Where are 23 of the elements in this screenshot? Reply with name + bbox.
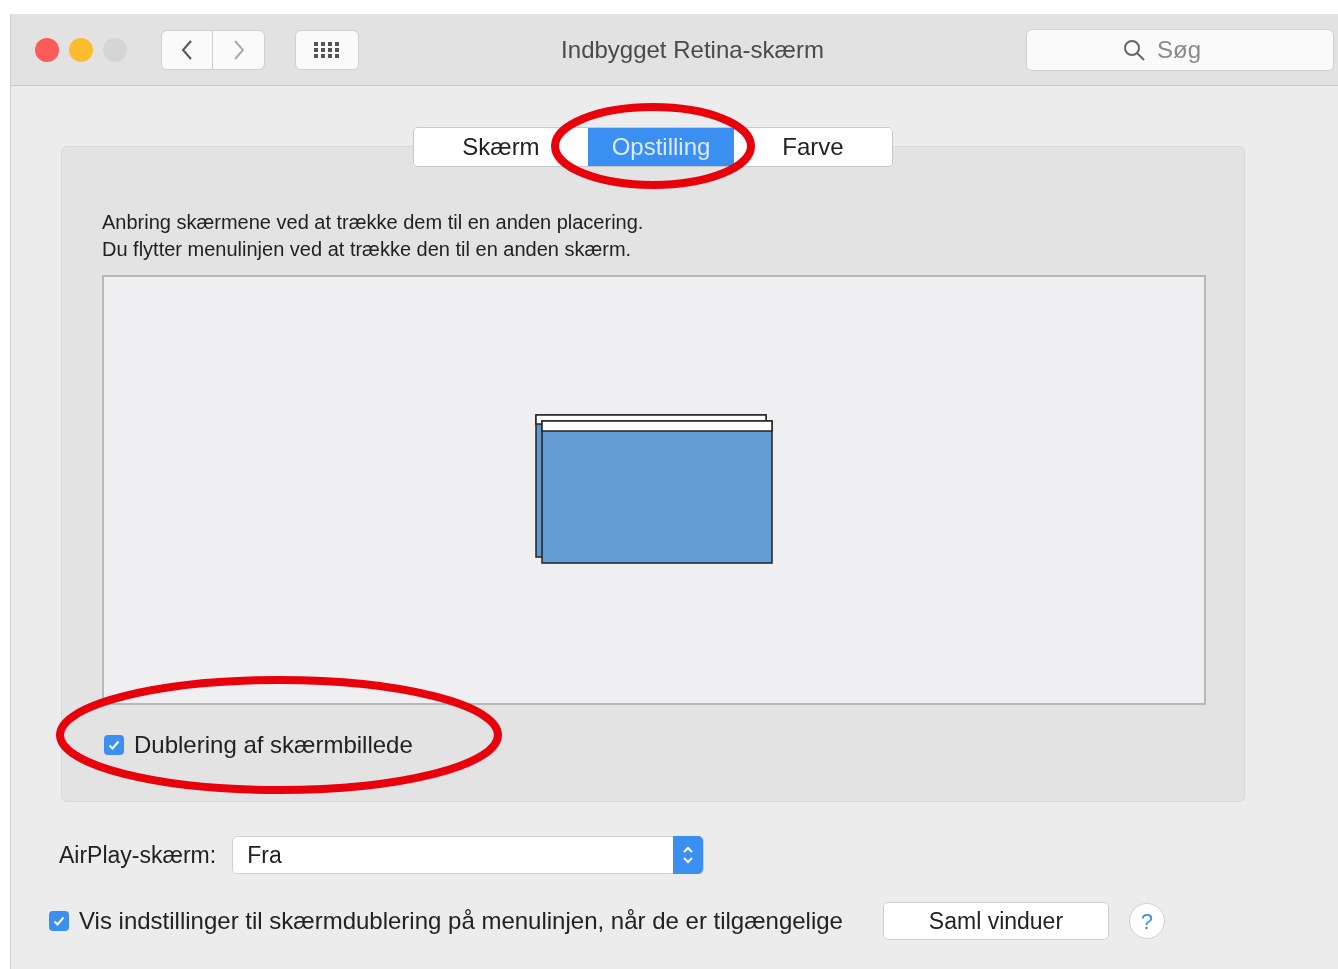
stepper-icon xyxy=(673,836,704,874)
grid-icon xyxy=(313,40,341,59)
back-button[interactable] xyxy=(161,29,213,70)
search-field[interactable]: Søg xyxy=(1026,28,1334,71)
checkbox-label: Vis indstillinger til skærmdublering på menulinjen, når de er tilgængelige xyxy=(79,906,843,936)
search-icon xyxy=(1122,37,1146,62)
checkbox-label: Dublering af skærmbillede xyxy=(134,730,413,760)
chevron-left-icon xyxy=(181,38,193,61)
close-button[interactable] xyxy=(35,37,59,62)
window-title: Indbygget Retina-skærm xyxy=(561,34,824,65)
checkmark-icon xyxy=(107,738,121,752)
display-drawing[interactable] xyxy=(535,414,773,564)
instruction-text: Anbring skærmene ved at trække dem til en anden placering. xyxy=(102,210,645,235)
airplay-dropdown[interactable]: Fra xyxy=(232,836,705,874)
chevron-right-icon xyxy=(232,38,245,61)
gather-windows-button[interactable]: Saml vinduer xyxy=(882,902,1109,940)
checkbox[interactable] xyxy=(49,911,69,931)
airplay-label: AirPlay-skærm: xyxy=(59,840,217,870)
forward-button[interactable] xyxy=(213,29,265,70)
show-all-button[interactable] xyxy=(295,29,359,70)
checkmark-icon xyxy=(52,914,66,928)
checkbox[interactable] xyxy=(104,735,124,755)
instruction-text: Du flytter menulinjen ved at trække den til en anden skærm. xyxy=(102,237,633,262)
